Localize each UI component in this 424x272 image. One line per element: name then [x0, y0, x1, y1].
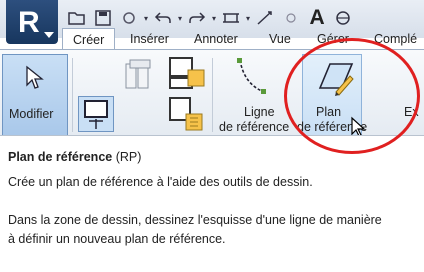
reference-line-label-1: Ligne: [244, 105, 275, 119]
dropdown-icon[interactable]: ▾: [246, 14, 250, 23]
divider: [212, 58, 213, 132]
reference-line-icon[interactable]: [234, 56, 268, 96]
tooltip-panel: Plan de référence (RP) Crée un plan de r…: [0, 135, 424, 272]
undo-icon[interactable]: [152, 7, 174, 29]
sync-icon[interactable]: [118, 7, 140, 29]
dimension-icon[interactable]: [254, 7, 276, 29]
tooltip-line-3: à définir un nouveau plan de référence.: [8, 232, 226, 246]
tab-vue[interactable]: Vue: [269, 28, 291, 50]
dropdown-icon[interactable]: ▾: [144, 14, 148, 23]
tooltip-line-2: Dans la zone de dessin, dessinez l'esqui…: [8, 213, 382, 227]
tag-icon[interactable]: [280, 7, 302, 29]
modifier-button[interactable]: Modifier: [2, 54, 68, 136]
modifier-label: Modifier: [9, 107, 54, 121]
reference-line-label-2: de référence: [219, 120, 290, 134]
divider: [72, 58, 73, 132]
model-text-button[interactable]: [78, 96, 114, 132]
dropdown-icon[interactable]: ▾: [178, 14, 182, 23]
save-icon[interactable]: [92, 7, 114, 29]
text-icon[interactable]: A: [306, 6, 328, 29]
tooltip-line-1: Crée un plan de référence à l'aide des o…: [8, 175, 313, 189]
3d-view-icon[interactable]: [332, 7, 354, 29]
component-icon[interactable]: [166, 56, 206, 94]
tab-inserer[interactable]: Insérer: [130, 28, 169, 50]
model-group-icon[interactable]: [166, 96, 206, 134]
tab-creer[interactable]: Créer: [62, 28, 116, 50]
measure-icon[interactable]: [220, 7, 242, 29]
model-text-icon: [84, 100, 108, 129]
tooltip-shortcut: (RP): [115, 150, 142, 164]
tab-annoter[interactable]: Annoter: [194, 28, 238, 50]
dropdown-icon[interactable]: ▾: [212, 14, 216, 23]
tooltip-title-text: Plan de référence: [8, 150, 113, 164]
wall-icon[interactable]: [122, 58, 158, 92]
tooltip-title: Plan de référence (RP): [8, 150, 141, 164]
highlight-circle: [284, 38, 420, 154]
redo-icon[interactable]: [186, 7, 208, 29]
pointer-icon: [26, 65, 44, 89]
open-icon[interactable]: [66, 7, 88, 29]
